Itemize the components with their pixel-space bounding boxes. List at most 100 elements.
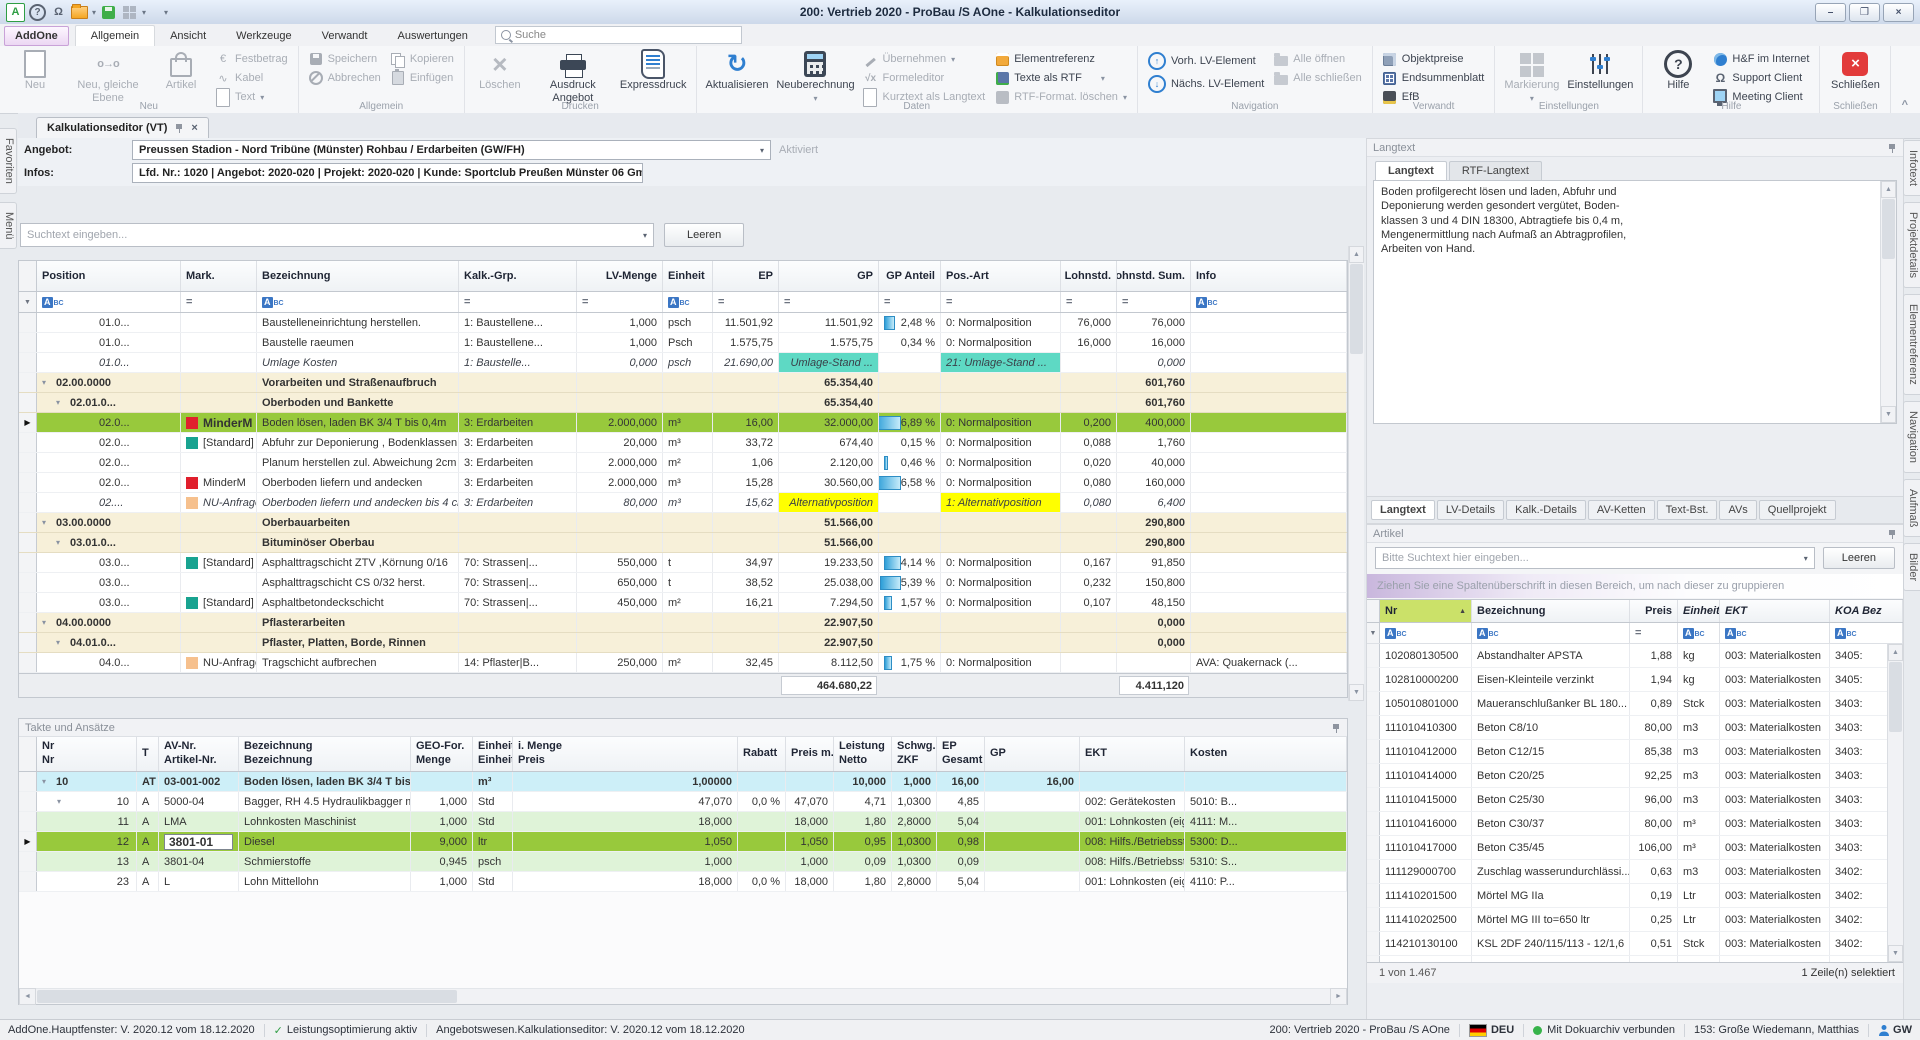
formeleditor-button[interactable]: √xFormeleditor [863,71,985,85]
angebot-combo[interactable]: Preussen Stadion - Nord Tribüne (Münster… [132,140,771,160]
col-ep[interactable]: EP [713,261,779,291]
col-position[interactable]: Position [37,261,181,291]
langtext-content[interactable]: Boden profilgerecht lösen und laden, Abf… [1374,181,1880,423]
langtext-scrollbar[interactable]: ▲ ▼ [1880,181,1896,423]
scroll-down-icon[interactable]: ▼ [1881,406,1896,423]
artikel-button[interactable]: Artikel [151,49,211,94]
filter-art-nr[interactable]: ABC [1380,623,1472,643]
tab-quellprojekt[interactable]: Quellprojekt [1759,500,1836,520]
abbrechen-button[interactable]: Abbrechen [309,71,381,85]
table-row[interactable]: 02.0... Planum herstellen zul. Abweichun… [19,453,1347,473]
table-row[interactable]: 102080130500 Abstandhalter APSTA 1,88 kg… [1367,644,1903,668]
table-row[interactable]: 02.0... MinderM Oberboden liefern und an… [19,473,1347,493]
table-row[interactable]: 102810000200 Eisen-Kleinteile verzinkt 1… [1367,668,1903,692]
col-schwg[interactable]: Schwg.ZKF [892,737,937,771]
grid-dropdown-icon[interactable]: ▾ [142,8,146,17]
tab-avs[interactable]: AVs [1719,500,1756,520]
table-row[interactable]: 02.... NU-Anfrage Oberboden liefern und … [19,493,1347,513]
col-kalk-grp[interactable]: Kalk.-Grp. [459,261,577,291]
filter-position[interactable]: ABC [37,292,181,312]
tab-verwandt[interactable]: Verwandt [307,26,383,46]
kopieren-button[interactable]: Kopieren [391,52,454,66]
col-art-bezeichnung[interactable]: Bezeichnung [1472,600,1630,622]
col-pos-art[interactable]: Pos.-Art [941,261,1061,291]
sidebar-tab-elementreferenz[interactable]: Elementreferenz [1903,294,1920,395]
artikel-leeren-button[interactable]: Leeren [1823,547,1895,569]
restore-button[interactable]: ❐ [1849,3,1880,22]
filter-art-preis[interactable]: = [1630,623,1678,643]
table-row[interactable]: 114210130200 KSL 3DF 240/175/113 - 12/1,… [1367,956,1903,962]
col-av-nr[interactable]: AV-Nr.Artikel-Nr. [159,737,239,771]
table-row[interactable]: 111410201500 Mörtel MG IIa 0,19 Ltr 003:… [1367,884,1903,908]
table-row[interactable]: 23 A L Lohn Mittellohn 1,000 Std 18,000 … [19,872,1347,892]
table-row[interactable]: 111010414000 Beton C20/25 92,25 m3 003: … [1367,764,1903,788]
close-tab-icon[interactable]: × [191,122,197,134]
table-row[interactable]: 04.0... NU-Anfrage Tragschicht aufbreche… [19,653,1347,673]
neuberechnung-button[interactable]: Neuberechnung▾ [772,49,858,105]
table-row[interactable]: ▶ 02.0... MinderM Boden lösen, laden BK … [19,413,1347,433]
suchtext-input[interactable]: Suchtext eingeben... ▾ [20,223,654,247]
tab-av-ketten[interactable]: AV-Ketten [1588,500,1655,520]
kabel-button[interactable]: ∿Kabel [216,71,288,85]
elementreferenz-button[interactable]: Elementreferenz [995,52,1127,66]
filter-lohnstd[interactable]: = [1061,292,1117,312]
table-row[interactable]: 03.0... Asphalttragschicht CS 0/32 herst… [19,573,1347,593]
col-art-koa[interactable]: KOA Bez [1830,600,1903,622]
table-row[interactable]: 01.0... Baustelle raeumen 1: Baustellene… [19,333,1347,353]
col-ekt[interactable]: EKT [1080,737,1185,771]
pin-icon[interactable] [174,123,184,133]
col-i-menge[interactable]: i. MengePreis [513,737,738,771]
objektpreise-button[interactable]: Objektpreise [1383,52,1485,66]
scroll-down-icon[interactable]: ▼ [1888,945,1903,962]
ribbon-collapse-icon[interactable]: ^ [1902,99,1908,111]
table-row[interactable]: 01.0... Umlage Kosten 1: Baustelle... 0,… [19,353,1347,373]
open-folder-icon[interactable] [71,6,88,19]
scrollbar-thumb[interactable] [1889,662,1902,732]
col-lv-menge[interactable]: LV-Menge [577,261,663,291]
table-row[interactable]: ▶ 12 A 3801-01 Diesel 9,000 ltr 1,050 1,… [19,832,1347,852]
tab-kalkulationseditor[interactable]: Kalkulationseditor (VT) × [36,117,209,138]
endsummenblatt-button[interactable]: Endsummenblatt [1383,71,1485,85]
alle-schliessen-button[interactable]: Alle schließen [1274,71,1361,85]
table-row[interactable]: 11 A LMA Lohnkosten Maschinist 1,000 Std… [19,812,1347,832]
filter-mark[interactable]: = [181,292,257,312]
table-row[interactable]: 13 A 3801-04 Schmierstoffe 0,945 psch 1,… [19,852,1347,872]
einstellungen-button[interactable]: Einstellungen [1563,49,1637,94]
table-row[interactable]: 111010412000 Beton C12/15 85,38 m3 003: … [1367,740,1903,764]
artikel-search-input[interactable]: Bitte Suchtext hier eingeben... ▾ [1375,547,1815,569]
filter-kalk-grp[interactable]: = [459,292,577,312]
scroll-right-icon[interactable]: ► [1330,988,1347,1005]
speichern-button[interactable]: Speichern [309,52,381,66]
col-rabatt[interactable]: Rabatt [738,737,786,771]
filter-art-ekt[interactable]: ABC [1720,623,1830,643]
help-icon[interactable]: ? [29,4,46,21]
sidebar-tab-favoriten[interactable]: Favoriten [0,128,17,194]
markierung-button[interactable]: Markierung▾ [1500,49,1563,105]
tab-ansicht[interactable]: Ansicht [155,26,221,46]
col-einheit2[interactable]: EinheitEinheit [473,737,513,771]
schliessen-button[interactable]: ×Schließen [1825,49,1885,94]
takte-horizontal-scrollbar[interactable]: ◄ ► [19,989,1347,1004]
leeren-button[interactable]: Leeren [664,223,744,247]
artikel-scrollbar[interactable]: ▲ ▼ [1887,644,1903,962]
pin-icon[interactable] [1887,143,1897,153]
vorh-lv-element-button[interactable]: ↑Vorh. LV-Element [1148,52,1264,70]
filter-info[interactable]: ABC [1191,292,1347,312]
table-row[interactable]: 114210130100 KSL 2DF 240/115/113 - 12/1,… [1367,932,1903,956]
col-gp[interactable]: GP [779,261,879,291]
col-art-preis[interactable]: Preis [1630,600,1678,622]
table-row[interactable]: ▾10 AT 03-001-002 Boden lösen, laden BK … [19,772,1347,792]
scroll-down-icon[interactable]: ▼ [1349,684,1364,701]
col-nr[interactable]: NrNr [37,737,137,771]
main-grid-scrollbar[interactable]: ▲ ▼ [1348,246,1364,701]
save-icon[interactable] [102,6,115,19]
col-gp2[interactable]: GP [985,737,1080,771]
filter-gp[interactable]: = [779,292,879,312]
sidebar-tab-aufmass[interactable]: Aufmaß [1903,479,1920,538]
table-row[interactable]: 105010801000 Maueranschlußanker BL 180..… [1367,692,1903,716]
qat-dropdown-icon[interactable]: ▾ [164,8,168,17]
expressdruck-button[interactable]: Expressdruck [616,49,691,94]
sidebar-tab-projektdetails[interactable]: Projektdetails [1903,202,1920,288]
tab-werkzeuge[interactable]: Werkzeuge [221,26,306,46]
col-art-einheit[interactable]: Einheit [1678,600,1720,622]
